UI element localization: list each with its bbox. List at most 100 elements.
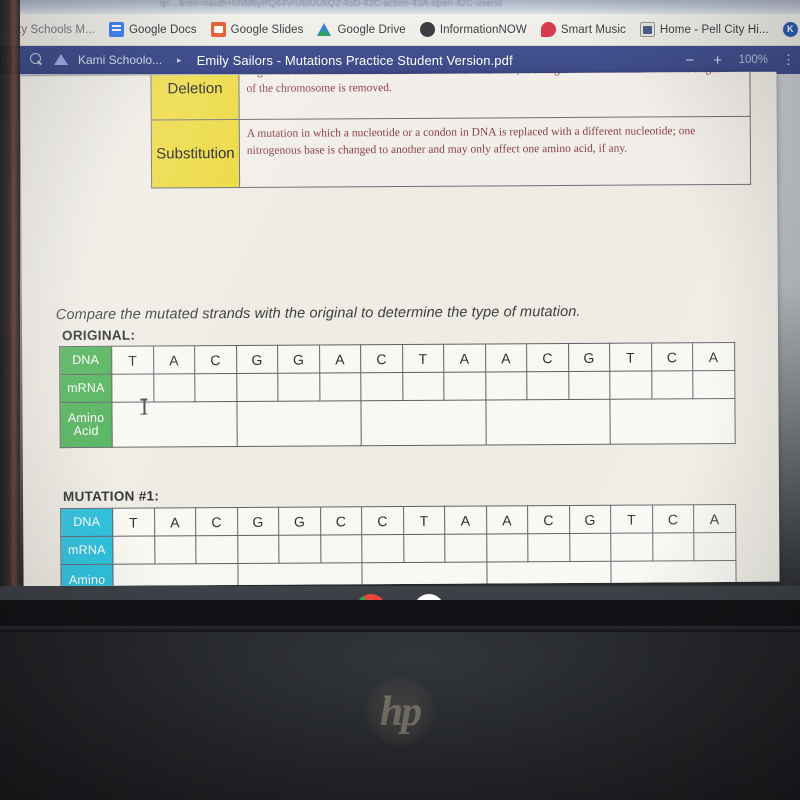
mrna-cell[interactable] (277, 372, 320, 402)
dna-cell[interactable]: C (361, 506, 404, 535)
mrna-cell[interactable] (195, 535, 238, 564)
pdf-page[interactable]: Deletion A genetic mutation in which one… (20, 71, 780, 587)
mrna-cell[interactable] (112, 536, 155, 565)
mrna-cell[interactable] (361, 534, 404, 563)
dna-cell[interactable]: G (569, 505, 611, 534)
mrna-cell[interactable] (486, 533, 528, 562)
mrna-cell[interactable] (153, 373, 195, 403)
bookmark-informationnow[interactable]: InformationNOW (413, 17, 534, 43)
bookmark-kami[interactable]: K Kami (776, 17, 800, 43)
mrna-cell[interactable] (692, 370, 735, 399)
bookmark-google-drive[interactable]: Google Drive (310, 17, 412, 43)
browser-address-bar[interactable]: q=...&nm=oauth+hNMbyRQ64VrUbIUUkQ2-4sD-4… (0, 0, 800, 14)
dna-cell[interactable]: G (278, 506, 321, 536)
mrna-cell[interactable] (278, 534, 321, 564)
amino-acid-cell[interactable] (112, 563, 238, 587)
amino-acid-cell[interactable] (360, 399, 486, 446)
amino-acid-cell[interactable] (237, 562, 363, 587)
dna-cell[interactable]: C (195, 507, 238, 536)
table-row-dna: DNA T A C G G A C T A A C G T C A (59, 342, 735, 375)
dna-cell[interactable]: A (693, 504, 736, 533)
mrna-cell[interactable] (320, 534, 362, 563)
mrna-cell[interactable] (360, 372, 403, 401)
dna-cell[interactable]: A (486, 505, 528, 534)
mrna-cell[interactable] (693, 532, 736, 561)
bookmark-smart-music[interactable]: Smart Music (534, 17, 633, 43)
chromeos-shelf (0, 586, 800, 600)
section-label-mutation: MUTATION #1: (62, 488, 160, 505)
mrna-cell[interactable] (444, 533, 487, 563)
mrna-cell[interactable] (651, 370, 693, 399)
mrna-cell[interactable] (485, 371, 527, 400)
table-row-dna: DNA T A C G G C C T A A C G T C A (60, 504, 736, 537)
dna-cell[interactable]: C (194, 345, 237, 374)
dna-cell[interactable]: T (402, 344, 444, 373)
mrna-cell[interactable] (319, 372, 361, 401)
bookmark-label: Google Drive (337, 23, 406, 36)
dna-cell[interactable]: C (360, 344, 403, 373)
mrna-cell[interactable] (237, 535, 279, 564)
dna-cell[interactable]: T (111, 346, 154, 375)
dna-cell[interactable]: A (153, 345, 195, 375)
mrna-cell[interactable] (403, 534, 445, 563)
dna-cell[interactable]: G (237, 507, 279, 536)
definition-text: A mutation in which a nucleotide or a co… (239, 116, 751, 188)
mrna-cell[interactable] (652, 532, 694, 561)
dna-cell[interactable]: A (444, 505, 487, 535)
dna-cell[interactable]: A (319, 344, 361, 373)
search-icon[interactable] (28, 52, 44, 68)
amino-acid-cell[interactable] (485, 399, 611, 445)
overflow-menu-icon[interactable]: ⋮ (782, 52, 795, 68)
dna-cell[interactable]: C (320, 506, 362, 535)
definitions-table: Deletion A genetic mutation in which one… (150, 71, 751, 189)
google-drive-icon[interactable] (53, 52, 69, 68)
bookmark-google-slides[interactable]: Google Slides (204, 17, 311, 43)
mrna-cell[interactable] (609, 370, 652, 400)
zoom-level-label: 100% (738, 54, 768, 66)
amino-acid-cell[interactable] (111, 401, 237, 448)
kami-app-toolbar: Kami Schoolo... ▸ Emily Sailors - Mutati… (0, 46, 800, 74)
bookmark-label: Google Slides (230, 23, 304, 36)
dna-cell[interactable]: G (236, 345, 278, 374)
dna-cell[interactable]: G (568, 343, 610, 372)
dna-cell[interactable]: T (609, 342, 652, 372)
mrna-cell[interactable] (569, 533, 611, 562)
mrna-cell[interactable] (111, 374, 154, 403)
amino-acid-cell[interactable] (236, 400, 362, 447)
mrna-cell[interactable] (236, 373, 278, 402)
table-row-mrna: mRNA (60, 532, 736, 565)
mrna-cell[interactable] (402, 372, 444, 401)
bookmark-google-docs[interactable]: Google Docs (102, 17, 204, 43)
dna-cell[interactable]: A (154, 507, 196, 537)
mrna-cell[interactable] (194, 373, 237, 402)
amino-acid-cell[interactable] (609, 398, 735, 445)
dna-cell[interactable]: A (443, 343, 486, 373)
dna-cell[interactable]: C (652, 504, 694, 533)
zoom-in-button[interactable]: + (711, 53, 725, 68)
dna-cell[interactable]: T (610, 504, 653, 534)
original-strand-table[interactable]: DNA T A C G G A C T A A C G T C A mRNA A… (59, 341, 736, 449)
dna-cell[interactable]: C (526, 343, 569, 372)
mrna-cell[interactable] (610, 532, 653, 562)
dna-cell[interactable]: A (485, 343, 527, 372)
mrna-cell[interactable] (154, 535, 196, 565)
zoom-out-button[interactable]: − (683, 53, 697, 68)
mutation-strand-table[interactable]: DNA T A C G G C C T A A C G T C A mRNA A… (60, 503, 737, 587)
dna-cell[interactable]: T (112, 508, 155, 537)
mrna-cell[interactable] (443, 371, 486, 401)
mrna-cell[interactable] (568, 371, 610, 400)
dna-cell[interactable]: A (692, 342, 735, 371)
bookmark-home-pell-city[interactable]: Home - Pell City Hi... (633, 17, 776, 43)
mrna-cell[interactable] (526, 371, 569, 400)
mrna-cell[interactable] (527, 533, 570, 562)
amino-acid-cell[interactable] (361, 561, 487, 587)
dna-cell[interactable]: G (277, 344, 320, 374)
dna-cell[interactable]: T (403, 506, 445, 535)
dna-cell[interactable]: C (527, 505, 570, 534)
amino-acid-cell[interactable] (486, 561, 612, 587)
breadcrumb-folder[interactable]: Kami Schoolo... (78, 53, 162, 67)
dna-cell[interactable]: C (651, 342, 693, 371)
bookmarks-bar[interactable]: City Schools M... Google Docs Google Sli… (0, 14, 800, 46)
chrome-app-icon[interactable] (356, 594, 386, 600)
play-store-app-icon[interactable] (414, 594, 444, 600)
